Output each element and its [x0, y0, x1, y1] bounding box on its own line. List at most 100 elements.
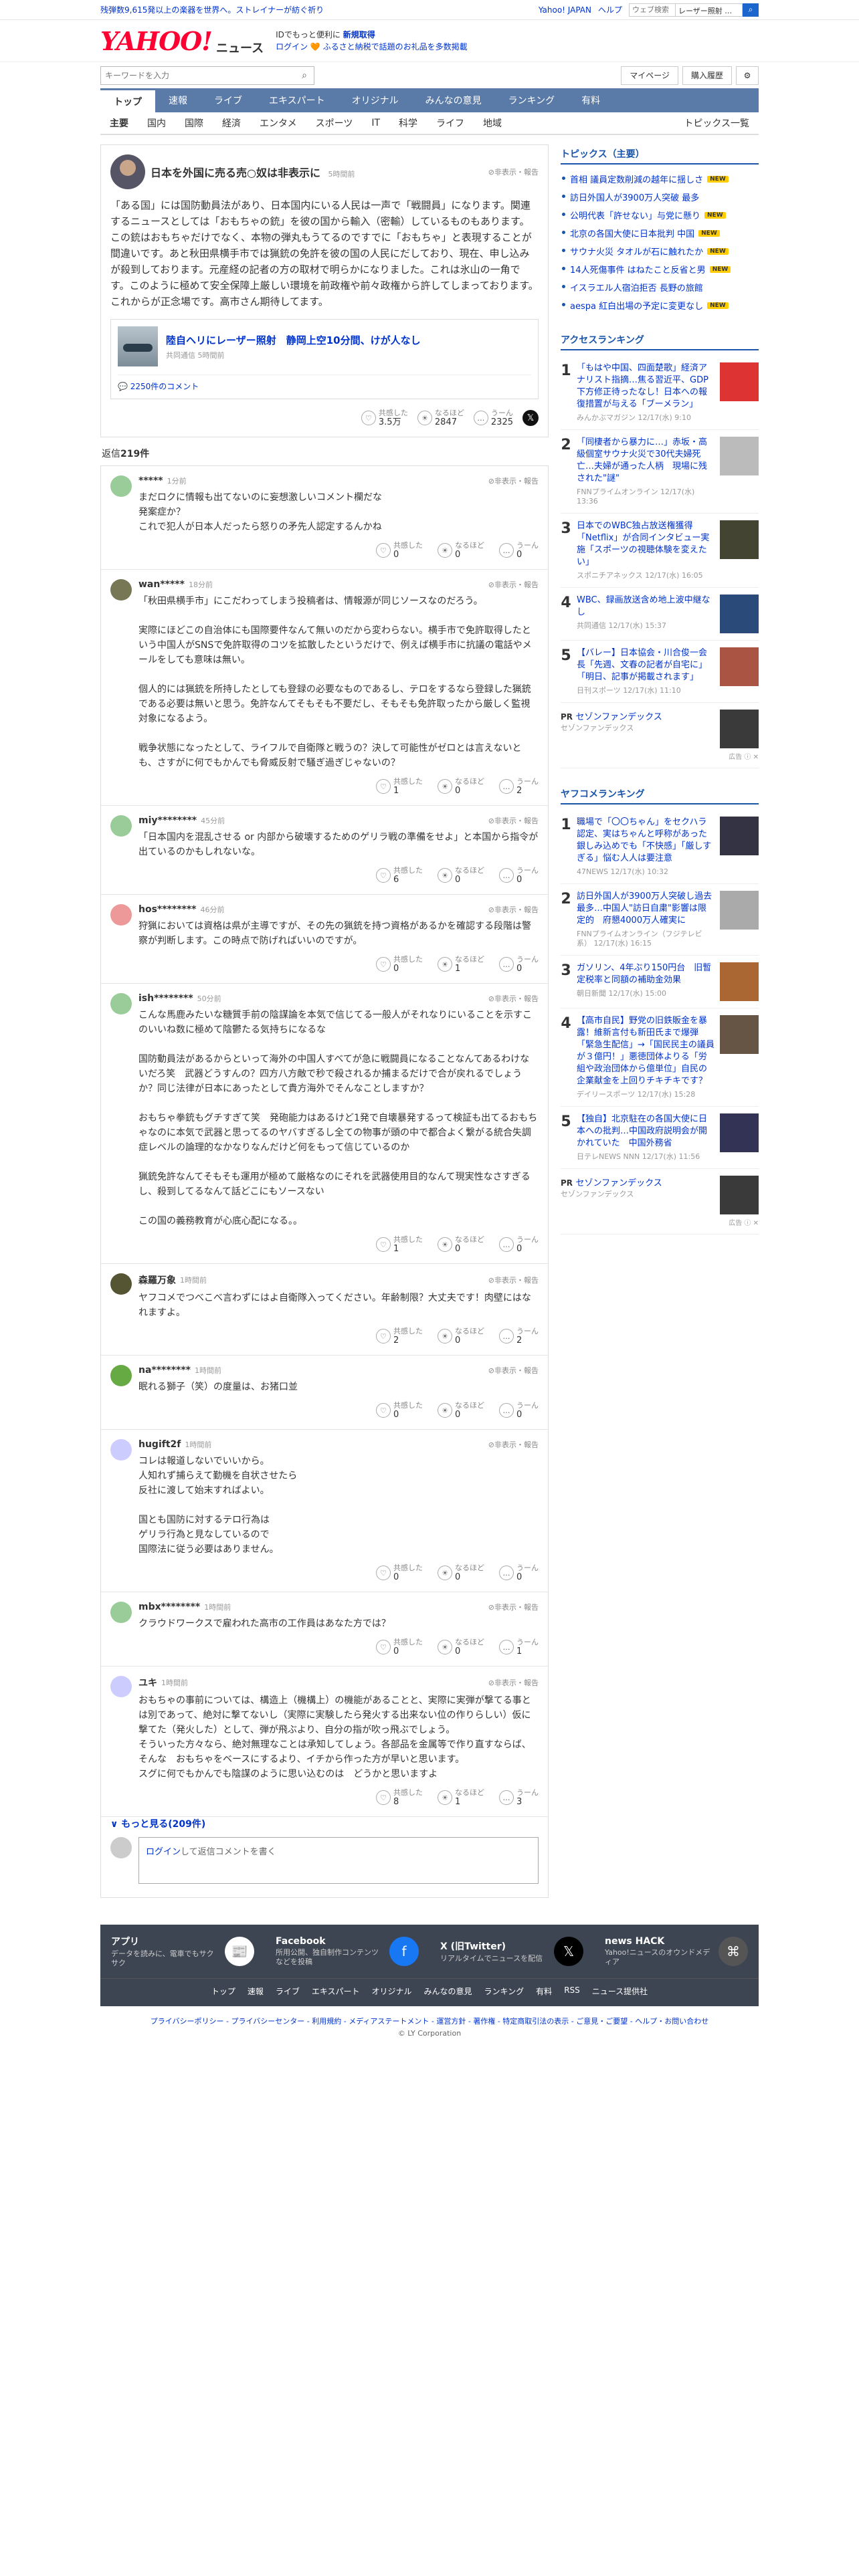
cat-life[interactable]: ライフ: [427, 116, 474, 130]
topic-item[interactable]: サウナ火災 タオルが石に触れたか NEW: [561, 242, 759, 260]
ranking-item[interactable]: 2 訪日外国人が3900万人突破し過去最多…中国人"訪日自粛"影響は限定的 府懇4…: [561, 884, 759, 956]
avatar[interactable]: [110, 475, 132, 497]
topic-item[interactable]: 首相 議員定数削減の越年に揺しさ NEW: [561, 170, 759, 188]
nav-breaking[interactable]: 速報: [155, 88, 201, 112]
footer-nav-item[interactable]: 速報: [248, 1985, 264, 1997]
reaction-button[interactable]: … うーん 2: [499, 777, 539, 796]
nav-paid[interactable]: 有料: [568, 88, 613, 112]
reaction-button[interactable]: … うーん 0: [499, 1401, 539, 1420]
comment-username[interactable]: 森羅万象: [138, 1273, 176, 1287]
hide-report-link[interactable]: ⊘非表示・報告: [488, 1365, 539, 1376]
reaction-button[interactable]: ☀ なるほど 0: [438, 1564, 484, 1582]
reaction-insightful[interactable]: ☀ なるほど 2847: [417, 409, 464, 427]
ranking-item[interactable]: 3 日本でのWBC独占放送権獲得「Netflix」が合同インタビュー実施「スポーツ…: [561, 514, 759, 588]
avatar[interactable]: [110, 1365, 132, 1386]
reaction-hmm[interactable]: … うーん 2325: [473, 409, 513, 427]
ranking-title[interactable]: 「もはや中国、四面楚歌」経済アナリスト指摘…焦る習近平、GDP下方修正待ったなし…: [577, 362, 714, 411]
promo-link[interactable]: 残弾数9,615発以上の楽器を世界へ。ストレイナーが紡ぐ祈り: [100, 4, 324, 15]
comment-username[interactable]: ish********: [138, 993, 193, 1004]
help-link[interactable]: ヘルプ: [598, 4, 622, 15]
reaction-button[interactable]: ♡ 共感した 0: [376, 541, 423, 560]
nav-top[interactable]: トップ: [100, 88, 155, 112]
linked-article-title[interactable]: 陸自ヘリにレーザー照射 静岡上空10分間、けが人なし: [166, 333, 421, 347]
topic-item[interactable]: 公明代表「許せない」与党に懸り NEW: [561, 206, 759, 224]
show-more-link[interactable]: ∨ もっと見る(209件): [101, 1811, 215, 1838]
footer-nav-item[interactable]: ランキング: [484, 1985, 524, 1997]
reaction-button[interactable]: … うーん 0: [499, 1235, 539, 1254]
ranking-item[interactable]: 4 【高市自民】野党の旧鉄販金を暴露！維新言付も新田氏まで爆弾「緊急生配信」→「国…: [561, 1008, 759, 1107]
reaction-button[interactable]: ☀ なるほど 0: [438, 1401, 484, 1420]
x-share-button[interactable]: 𝕏: [522, 410, 539, 426]
avatar[interactable]: [110, 1676, 132, 1697]
ranking-title[interactable]: WBC、録画放送含め地上波中継なし: [577, 595, 714, 619]
comment-username[interactable]: *****: [138, 475, 163, 486]
comment-username[interactable]: hugift2f: [138, 1439, 181, 1450]
cat-science[interactable]: 科学: [389, 116, 427, 130]
ranking-item[interactable]: 1 「もはや中国、四面楚歌」経済アナリスト指摘…焦る習近平、GDP下方修正待ったな…: [561, 356, 759, 430]
topic-item[interactable]: 14人死傷事件 はねたこと反省と男 NEW: [561, 260, 759, 278]
cat-domestic[interactable]: 国内: [138, 116, 175, 130]
reaction-button[interactable]: … うーん 0: [499, 541, 539, 560]
footer-nav-item[interactable]: 有料: [536, 1985, 552, 1997]
reaction-button[interactable]: ☀ なるほど 1: [438, 955, 484, 974]
reaction-button[interactable]: … うーん 1: [499, 1638, 539, 1656]
reaction-button[interactable]: … うーん 0: [499, 1564, 539, 1582]
signup-link[interactable]: 新規取得: [343, 30, 375, 39]
nav-ranking[interactable]: ランキング: [495, 88, 569, 112]
topic-item[interactable]: aespa 紅白出場の予定に変更なし NEW: [561, 296, 759, 314]
reaction-button[interactable]: … うーん 3: [499, 1788, 539, 1807]
cat-local[interactable]: 地域: [474, 116, 511, 130]
reaction-button[interactable]: … うーん 0: [499, 955, 539, 974]
reaction-button[interactable]: ☀ なるほど 1: [438, 1788, 484, 1807]
yahoo-japan-link[interactable]: Yahoo! JAPAN: [539, 5, 591, 15]
reaction-button[interactable]: ♡ 共感した 1: [376, 1235, 423, 1254]
reaction-button[interactable]: … うーん 2: [499, 1327, 539, 1346]
hide-report-link[interactable]: ⊘非表示・報告: [488, 1439, 539, 1450]
reaction-button[interactable]: ♡ 共感した 0: [376, 955, 423, 974]
footer-nav-item[interactable]: みんなの意見: [424, 1985, 472, 1997]
reaction-button[interactable]: ☀ なるほど 0: [438, 1638, 484, 1656]
cat-it[interactable]: IT: [362, 118, 389, 128]
reaction-button[interactable]: ☀ なるほど 0: [438, 1327, 484, 1346]
topic-item[interactable]: 北京の各国大使に日本批判 中国 NEW: [561, 224, 759, 242]
ranking-item[interactable]: 4 WBC、録画放送含め地上波中継なし 共同通信 12/17(水) 15:37: [561, 588, 759, 641]
search-term-pill[interactable]: レーザー照射 …: [676, 3, 743, 17]
ad-label[interactable]: 広告 ⓘ ✕: [561, 751, 759, 761]
topic-item[interactable]: イスラエル人宿泊拒否 長野の旅館: [561, 278, 759, 296]
reaction-button[interactable]: ♡ 共感した 0: [376, 1564, 423, 1582]
reaction-button[interactable]: ☀ なるほど 0: [438, 1235, 484, 1254]
ranking-title[interactable]: 職場で「〇〇ちゃん」をセクハラ認定、実はちゃんと呼称があった銀しみ込めでも「不快…: [577, 817, 714, 865]
footer-nav-item[interactable]: エキスパート: [312, 1985, 360, 1997]
avatar[interactable]: [110, 1439, 132, 1461]
reaction-button[interactable]: ☀ なるほど 0: [438, 777, 484, 796]
mypage-button[interactable]: マイページ: [621, 66, 678, 85]
cat-main[interactable]: 主要: [100, 116, 138, 130]
hide-report-link[interactable]: ⊘非表示・報告: [488, 1677, 539, 1688]
footer-nav-item[interactable]: RSS: [564, 1985, 580, 1997]
reaction-button[interactable]: … うーん 0: [499, 866, 539, 885]
hide-report-link[interactable]: ⊘非表示・報告: [488, 993, 539, 1004]
topic-item[interactable]: 訪日外国人が3900万人突破 最多: [561, 188, 759, 206]
hide-report-link[interactable]: ⊘非表示・報告: [488, 475, 539, 486]
avatar[interactable]: [110, 1273, 132, 1295]
reply-textbox[interactable]: ログインして返信コメントを書く: [138, 1837, 539, 1884]
cat-entertainment[interactable]: エンタメ: [250, 116, 306, 130]
login-link[interactable]: ログイン: [146, 1847, 181, 1857]
hide-report-link[interactable]: ⊘非表示・報告: [488, 815, 539, 826]
pr-title[interactable]: セゾンファンデックス: [576, 1178, 662, 1188]
reaction-button[interactable]: ♡ 共感した 2: [376, 1327, 423, 1346]
nav-original[interactable]: オリジナル: [339, 88, 412, 112]
hide-report-link[interactable]: ⊘非表示・報告: [488, 579, 539, 590]
ranking-title[interactable]: ガソリン、4年ぶり150円台 旧暫定税率と同額の補助金効果: [577, 962, 714, 986]
ranking-item[interactable]: 5 【バレー】日本協会・川合俊一会長「先週、文春の記者が自宅に」「明日、記事が掲載…: [561, 641, 759, 703]
ad-label[interactable]: 広告 ⓘ ✕: [561, 1217, 759, 1227]
hide-report-link[interactable]: ⊘非表示・報告: [488, 1602, 539, 1612]
pr-ad[interactable]: PR セゾンファンデックス セゾンファンデックス 広告 ⓘ ✕: [561, 1169, 759, 1235]
avatar[interactable]: [110, 1602, 132, 1623]
footer-app-3[interactable]: X (旧Twitter) リアルタイムでニュースを配信 𝕏: [430, 1925, 594, 1978]
reaction-button[interactable]: ☀ なるほど 0: [438, 541, 484, 560]
hide-report-link[interactable]: ⊘非表示・報告: [488, 1275, 539, 1285]
ranking-item[interactable]: 2 「同棲者から暴力に…」赤坂・高級個室サウナ火災で30代夫婦死亡…夫婦が通った人…: [561, 430, 759, 514]
login-link[interactable]: ログイン 🧡 ふるさと納税で話題のお礼品を多数掲載: [276, 41, 468, 53]
ranking-title[interactable]: 訪日外国人が3900万人突破し過去最多…中国人"訪日自粛"影響は限定的 府懇40…: [577, 891, 714, 927]
